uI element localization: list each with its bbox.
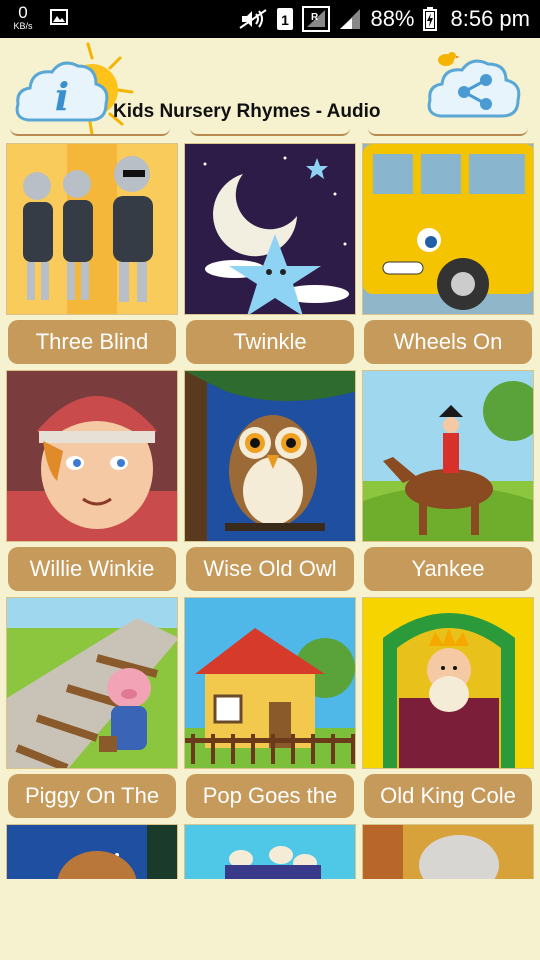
rhyme-thumbnail	[184, 143, 356, 315]
rhyme-label: Willie Winkie	[8, 547, 176, 591]
wise-old-owl-image	[185, 371, 355, 541]
share-button[interactable]	[426, 44, 526, 126]
network-speed: 0 KB/s	[10, 4, 36, 31]
header-divider	[0, 124, 540, 138]
rhyme-thumbnail	[362, 370, 534, 542]
night-scene-image	[7, 825, 177, 879]
rhyme-label: Twinkle	[186, 320, 354, 364]
divider-segment	[190, 124, 350, 136]
gallery-icon	[50, 9, 68, 25]
page-title: Kids Nursery Rhymes - Audio	[113, 101, 381, 122]
battery-percent: 88%	[370, 6, 415, 31]
piggy-on-the-railway-image	[7, 598, 177, 768]
signal-icon	[340, 9, 361, 29]
share-cloud-icon	[427, 52, 521, 118]
rhyme-label: Pop Goes the	[186, 774, 354, 818]
divider-segment	[10, 124, 170, 136]
willie-winkie-image	[7, 371, 177, 541]
rhyme-label: Three Blind	[8, 320, 176, 364]
status-bar: 0 KB/s 1 R 88% 8:56 pm	[0, 0, 540, 38]
rhyme-label: Wise Old Owl	[186, 547, 354, 591]
svg-text:R: R	[311, 12, 319, 23]
rhyme-thumbnail	[362, 597, 534, 769]
pop-goes-the-weasel-image	[185, 598, 355, 768]
clock: 8:56 pm	[450, 6, 531, 31]
old-king-cole-image	[363, 598, 533, 768]
info-icon: i	[55, 74, 69, 119]
rhyme-thumbnail	[6, 370, 178, 542]
app-header: i Kids Nursery Rhymes - Audio	[0, 38, 540, 138]
battery-icon	[422, 7, 437, 31]
rhyme-label: Wheels On	[364, 320, 532, 364]
rhyme-thumbnail	[6, 143, 178, 315]
rhyme-thumbnail	[184, 370, 356, 542]
network-speed-unit: KB/s	[13, 21, 33, 31]
sim-number: 1	[282, 12, 290, 28]
network-speed-value: 0	[18, 3, 28, 22]
wheels-on-the-bus-image	[363, 144, 533, 314]
bottom-area	[0, 879, 540, 960]
rhyme-thumbnail	[6, 597, 178, 769]
grandma-scene-image	[363, 825, 533, 879]
chefs-scene-image	[185, 825, 355, 879]
yankee-doodle-image	[363, 371, 533, 541]
rhyme-label: Yankee	[364, 547, 532, 591]
rhyme-thumbnail	[184, 597, 356, 769]
roaming-signal-icon: R	[302, 6, 331, 32]
sim-icon: 1	[277, 8, 294, 30]
three-blind-mice-image	[7, 144, 177, 314]
rhymes-grid: Three Blind Twinkle Wheels On Willie Win…	[0, 143, 540, 879]
rhyme-thumbnail	[362, 143, 534, 315]
rhyme-label: Piggy On The	[8, 774, 176, 818]
bird-icon	[438, 52, 460, 66]
rhyme-thumbnail	[362, 824, 534, 879]
rhyme-thumbnail	[184, 824, 356, 879]
rhyme-thumbnail	[6, 824, 178, 879]
rhyme-label: Old King Cole	[364, 774, 532, 818]
twinkle-star-image	[185, 144, 355, 314]
mute-icon	[239, 9, 268, 29]
divider-segment	[368, 124, 528, 136]
